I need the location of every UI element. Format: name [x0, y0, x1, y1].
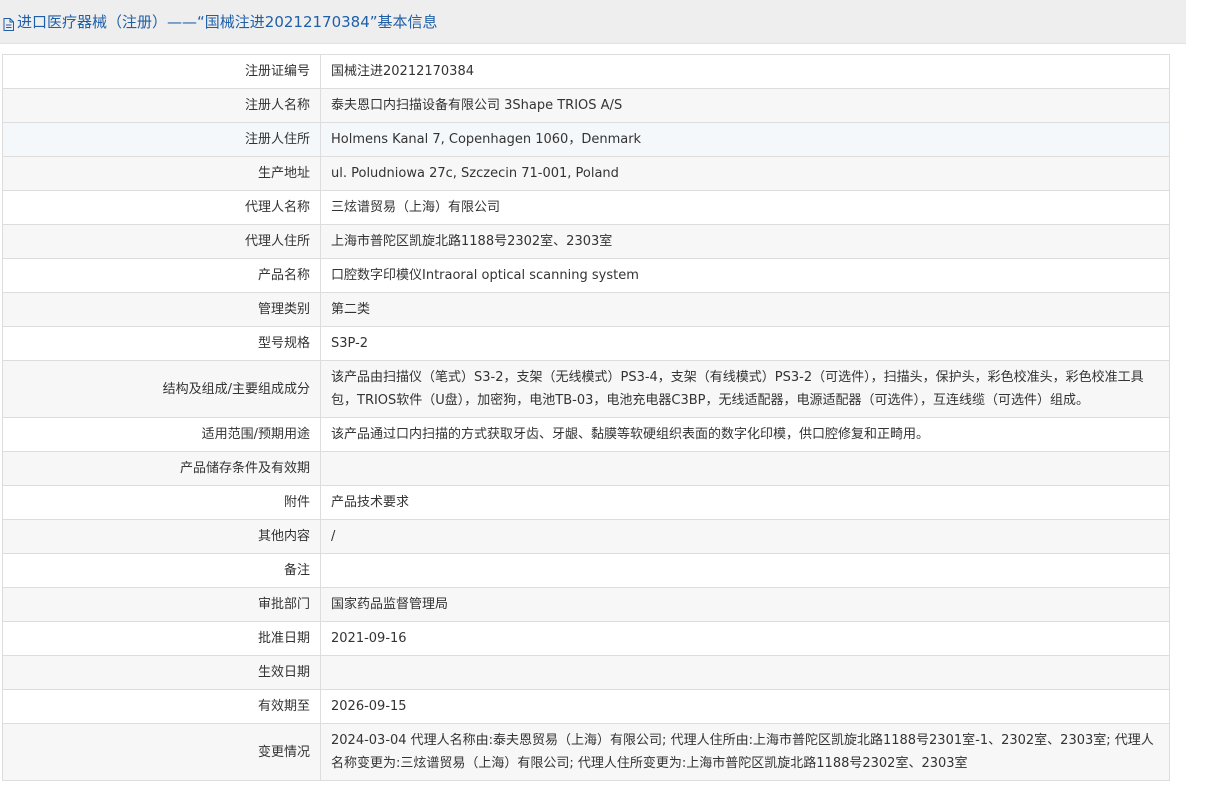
row-label: 生产地址: [2, 156, 321, 191]
row-management-class: 管理类别 第二类: [2, 292, 1170, 327]
row-attachment: 附件 产品技术要求: [2, 485, 1170, 520]
row-value: [320, 451, 1170, 486]
row-registration-number: 注册证编号 国械注进20212170384: [2, 54, 1170, 89]
row-label: 产品储存条件及有效期: [2, 451, 321, 486]
row-registrant-name: 注册人名称 泰夫恩口内扫描设备有限公司 3Shape TRIOS A/S: [2, 88, 1170, 123]
page-title-text: 进口医疗器械（注册）——“国械注进20212170384”基本信息: [17, 13, 438, 31]
row-value: /: [320, 519, 1170, 554]
row-approval-department: 审批部门 国家药品监督管理局: [2, 587, 1170, 622]
row-storage-conditions: 产品储存条件及有效期: [2, 451, 1170, 486]
document-icon: [3, 16, 14, 31]
row-model-spec: 型号规格 S3P-2: [2, 326, 1170, 361]
row-label: 型号规格: [2, 326, 321, 361]
row-label: 批准日期: [2, 621, 321, 656]
row-value: 国家药品监督管理局: [320, 587, 1170, 622]
row-value: 三炫谱贸易（上海）有限公司: [320, 190, 1170, 225]
info-table-wrap: 注册证编号 国械注进20212170384 注册人名称 泰夫恩口内扫描设备有限公…: [2, 54, 1170, 781]
row-registrant-address: 注册人住所 Holmens Kanal 7, Copenhagen 1060，D…: [2, 122, 1170, 157]
row-label: 附件: [2, 485, 321, 520]
row-value: 上海市普陀区凯旋北路1188号2302室、2303室: [320, 224, 1170, 259]
row-structure-composition: 结构及组成/主要组成成分 该产品由扫描仪（笔式）S3-2，支架（无线模式）PS3…: [2, 360, 1170, 418]
row-value: Holmens Kanal 7, Copenhagen 1060，Denmark: [320, 122, 1170, 157]
row-production-address: 生产地址 ul. Poludniowa 27c, Szczecin 71-001…: [2, 156, 1170, 191]
row-label: 注册人住所: [2, 122, 321, 157]
row-value: ul. Poludniowa 27c, Szczecin 71-001, Pol…: [320, 156, 1170, 191]
row-label: 生效日期: [2, 655, 321, 690]
row-label: 代理人住所: [2, 224, 321, 259]
row-label: 变更情况: [2, 723, 321, 781]
row-value: 产品技术要求: [320, 485, 1170, 520]
row-agent-name: 代理人名称 三炫谱贸易（上海）有限公司: [2, 190, 1170, 225]
row-value: [320, 553, 1170, 588]
panel-header: 进口医疗器械（注册）——“国械注进20212170384”基本信息: [0, 0, 1186, 44]
row-value: S3P-2: [320, 326, 1170, 361]
row-label: 产品名称: [2, 258, 321, 293]
row-label: 结构及组成/主要组成成分: [2, 360, 321, 418]
row-label: 代理人名称: [2, 190, 321, 225]
row-label: 有效期至: [2, 689, 321, 724]
row-agent-address: 代理人住所 上海市普陀区凯旋北路1188号2302室、2303室: [2, 224, 1170, 259]
row-valid-until: 有效期至 2026-09-15: [2, 689, 1170, 724]
row-label: 管理类别: [2, 292, 321, 327]
row-value: 2021-09-16: [320, 621, 1170, 656]
row-label: 审批部门: [2, 587, 321, 622]
row-value: 第二类: [320, 292, 1170, 327]
row-approval-date: 批准日期 2021-09-16: [2, 621, 1170, 656]
row-value: [320, 655, 1170, 690]
detail-panel: 进口医疗器械（注册）——“国械注进20212170384”基本信息 注册证编号 …: [0, 0, 1186, 810]
row-value: 国械注进20212170384: [320, 54, 1170, 89]
row-product-name: 产品名称 口腔数字印模仪Intraoral optical scanning s…: [2, 258, 1170, 293]
row-value: 2024-03-04 代理人名称由:泰夫恩贸易（上海）有限公司; 代理人住所由:…: [320, 723, 1170, 781]
row-value: 2026-09-15: [320, 689, 1170, 724]
row-other-content: 其他内容 /: [2, 519, 1170, 554]
row-value: 泰夫恩口内扫描设备有限公司 3Shape TRIOS A/S: [320, 88, 1170, 123]
row-label: 注册证编号: [2, 54, 321, 89]
row-intended-use: 适用范围/预期用途 该产品通过口内扫描的方式获取牙齿、牙龈、黏膜等软硬组织表面的…: [2, 417, 1170, 452]
info-table: 注册证编号 国械注进20212170384 注册人名称 泰夫恩口内扫描设备有限公…: [2, 54, 1170, 781]
row-label: 备注: [2, 553, 321, 588]
page-scroll-area: [1187, 0, 1217, 810]
row-change-history: 变更情况 2024-03-04 代理人名称由:泰夫恩贸易（上海）有限公司; 代理…: [2, 723, 1170, 781]
row-value: 口腔数字印模仪Intraoral optical scanning system: [320, 258, 1170, 293]
row-label: 适用范围/预期用途: [2, 417, 321, 452]
row-label: 其他内容: [2, 519, 321, 554]
row-value: 该产品通过口内扫描的方式获取牙齿、牙龈、黏膜等软硬组织表面的数字化印模，供口腔修…: [320, 417, 1170, 452]
row-value: 该产品由扫描仪（笔式）S3-2，支架（无线模式）PS3-4，支架（有线模式）PS…: [320, 360, 1170, 418]
page-title: 进口医疗器械（注册）——“国械注进20212170384”基本信息: [3, 12, 438, 32]
row-label: 注册人名称: [2, 88, 321, 123]
row-effective-date: 生效日期: [2, 655, 1170, 690]
row-remarks: 备注: [2, 553, 1170, 588]
